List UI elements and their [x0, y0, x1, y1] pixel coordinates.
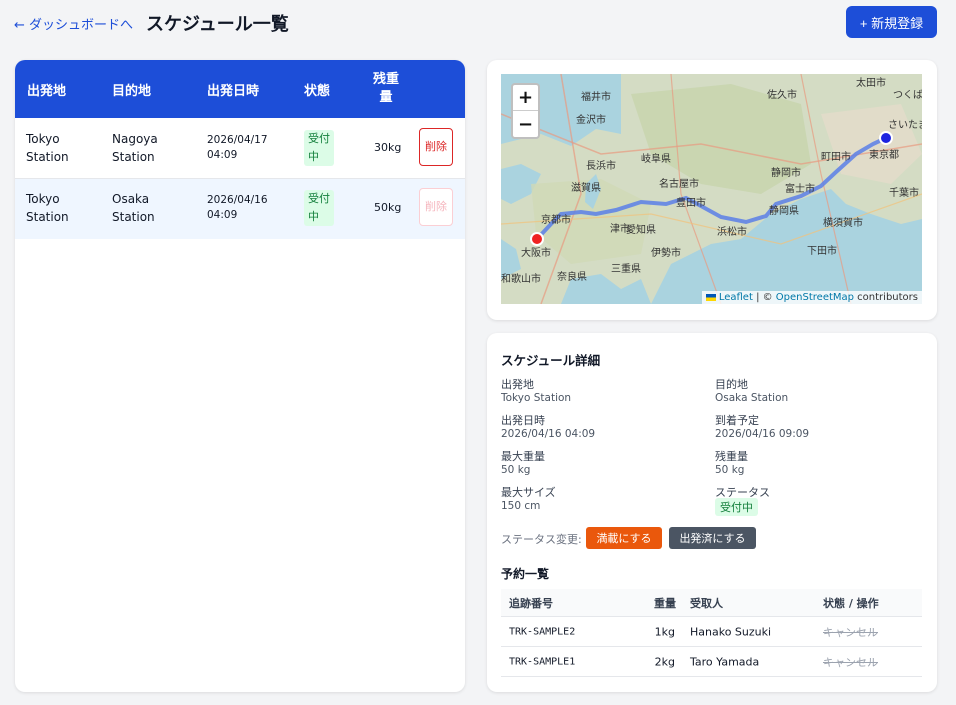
- col-destination: 目的地: [112, 84, 152, 99]
- tracking-number: TRK-SAMPLE1: [509, 656, 576, 667]
- row-departure: 2026/04/17 04:09: [207, 134, 268, 161]
- map-attribution: Leaflet | © OpenStreetMap contributors: [701, 291, 922, 304]
- map-label: 三重県: [611, 264, 641, 275]
- map-label: 和歌山市: [501, 274, 541, 285]
- schedule-row[interactable]: Tokyo Station Nagoya Station 2026/04/17 …: [15, 118, 465, 178]
- origin-label: 出発地: [501, 378, 534, 391]
- col-departure: 出発日時: [207, 84, 260, 99]
- map-label: 京都市: [541, 215, 571, 226]
- reservations-header: 追跡番号 重量 受取人 状態 / 操作: [501, 589, 922, 617]
- map-label: つくば: [893, 90, 922, 101]
- map-label: 伊勢市: [651, 248, 681, 259]
- arrival-label: 到着予定: [715, 414, 759, 427]
- schedule-row-selected[interactable]: Tokyo Station Osaka Station 2026/04/16 0…: [15, 179, 465, 239]
- row-destination: Nagoya Station: [112, 132, 158, 164]
- schedule-table-header: 出発地 目的地 出発日時 状態 残重量: [15, 60, 465, 118]
- max-weight-value: 50 kg: [501, 464, 531, 476]
- map-label: 浜松市: [717, 227, 747, 238]
- map-label: 静岡市: [771, 168, 801, 179]
- map-zoom-control: + −: [511, 83, 540, 139]
- row-remaining: 50kg: [374, 201, 402, 214]
- map-label: 東京都: [869, 150, 899, 161]
- leaflet-link[interactable]: Leaflet: [719, 292, 753, 303]
- status-change-label: ステータス変更:: [501, 533, 582, 546]
- row-remaining: 30kg: [374, 141, 402, 154]
- map-label: 横須賀市: [823, 218, 863, 229]
- max-weight-label: 最大重量: [501, 450, 545, 463]
- arrival-value: 2026/04/16 09:09: [715, 428, 810, 440]
- departure-label: 出発日時: [501, 414, 545, 427]
- map-label: 滋賀県: [571, 183, 601, 194]
- col-recipient: 受取人: [690, 596, 723, 610]
- col-status: 状態: [304, 84, 331, 99]
- attribution-separator: | ©: [752, 292, 776, 303]
- back-to-dashboard-link[interactable]: ← ダッシュボードへ: [14, 14, 133, 33]
- map-label: 金沢市: [576, 115, 606, 126]
- map-label: 町田市: [821, 152, 851, 163]
- detail-title: スケジュール詳細: [501, 353, 601, 368]
- recipient-name: Hanako Suzuki: [690, 625, 772, 638]
- reservation-row: TRK-SAMPLE1 2kg Taro Yamada キャンセル: [501, 647, 922, 677]
- status-badge: 受付中: [304, 130, 334, 166]
- max-size-value: 150 cm: [501, 500, 541, 512]
- page-title: スケジュール一覧: [146, 14, 289, 35]
- map-label: 富士市: [785, 184, 815, 195]
- row-departure: 2026/04/16 04:09: [207, 194, 268, 221]
- delete-button[interactable]: 削除: [419, 128, 453, 166]
- map-label: さいたま: [888, 120, 922, 131]
- cancel-status: キャンセル: [823, 625, 878, 639]
- map-label: 長浜市: [586, 161, 616, 172]
- map-label: 奈良県: [557, 272, 587, 283]
- osm-link[interactable]: OpenStreetMap: [776, 292, 854, 303]
- row-origin: Tokyo Station: [26, 132, 69, 164]
- status-badge: 受付中: [715, 498, 758, 516]
- remaining-weight-label: 残重量: [715, 450, 748, 463]
- reservations-title: 予約一覧: [501, 567, 550, 581]
- ukraine-flag-icon: [705, 293, 716, 301]
- page-header: ← ダッシュボードへ スケジュール一覧 + 新規登録: [0, 0, 956, 48]
- route-map-card: 福井市 金沢市 佐久市 太田市 つくば さいたま 東京都 町田市 名古屋市 豊田…: [487, 60, 937, 320]
- destination-value: Osaka Station: [715, 392, 789, 404]
- new-registration-button[interactable]: + 新規登録: [846, 6, 937, 38]
- map-label: 豊田市: [676, 198, 706, 209]
- col-status-action: 状態 / 操作: [823, 596, 879, 610]
- schedule-detail-card: スケジュール詳細 出発地 Tokyo Station 目的地 Osaka Sta…: [487, 333, 937, 692]
- col-tracking: 追跡番号: [509, 596, 553, 610]
- reservation-row: TRK-SAMPLE2 1kg Hanako Suzuki キャンセル: [501, 617, 922, 647]
- cancel-status: キャンセル: [823, 655, 878, 669]
- map-label: 愛知県: [626, 225, 656, 236]
- route-map[interactable]: 福井市 金沢市 佐久市 太田市 つくば さいたま 東京都 町田市 名古屋市 豊田…: [501, 74, 922, 304]
- max-size-label: 最大サイズ: [501, 486, 556, 499]
- reservation-weight: 1kg: [654, 625, 675, 638]
- origin-value: Tokyo Station: [501, 392, 572, 404]
- map-label: 名古屋市: [659, 179, 699, 190]
- map-label: 太田市: [856, 78, 886, 89]
- mark-departed-button[interactable]: 出発済にする: [669, 527, 756, 549]
- map-label: 岐阜県: [641, 154, 671, 165]
- mark-full-button[interactable]: 満載にする: [586, 527, 662, 549]
- delete-button-disabled[interactable]: 削除: [419, 188, 453, 226]
- map-label: 佐久市: [767, 90, 797, 101]
- map-label: 大阪市: [521, 248, 551, 259]
- destination-label: 目的地: [715, 378, 748, 391]
- schedule-list-card: 出発地 目的地 出発日時 状態 残重量 Tokyo Station Nagoya…: [15, 60, 465, 692]
- departure-value: 2026/04/16 04:09: [501, 428, 596, 440]
- col-weight: 重量: [654, 596, 676, 610]
- map-label: 下田市: [807, 246, 837, 257]
- map-label: 千葉市: [889, 188, 919, 199]
- map-label: 静岡県: [769, 206, 799, 217]
- status-badge: 受付中: [304, 190, 334, 226]
- recipient-name: Taro Yamada: [690, 655, 760, 668]
- row-destination: Osaka Station: [112, 192, 155, 224]
- remaining-weight-value: 50 kg: [715, 464, 745, 476]
- zoom-out-button[interactable]: −: [513, 111, 538, 137]
- reservation-weight: 2kg: [654, 655, 675, 668]
- col-origin: 出発地: [27, 84, 67, 99]
- map-label: 福井市: [581, 92, 611, 103]
- attribution-tail: contributors: [854, 292, 918, 303]
- zoom-in-button[interactable]: +: [513, 85, 538, 111]
- tracking-number: TRK-SAMPLE2: [509, 626, 576, 637]
- col-remaining: 残重量: [373, 72, 400, 105]
- row-origin: Tokyo Station: [26, 192, 69, 224]
